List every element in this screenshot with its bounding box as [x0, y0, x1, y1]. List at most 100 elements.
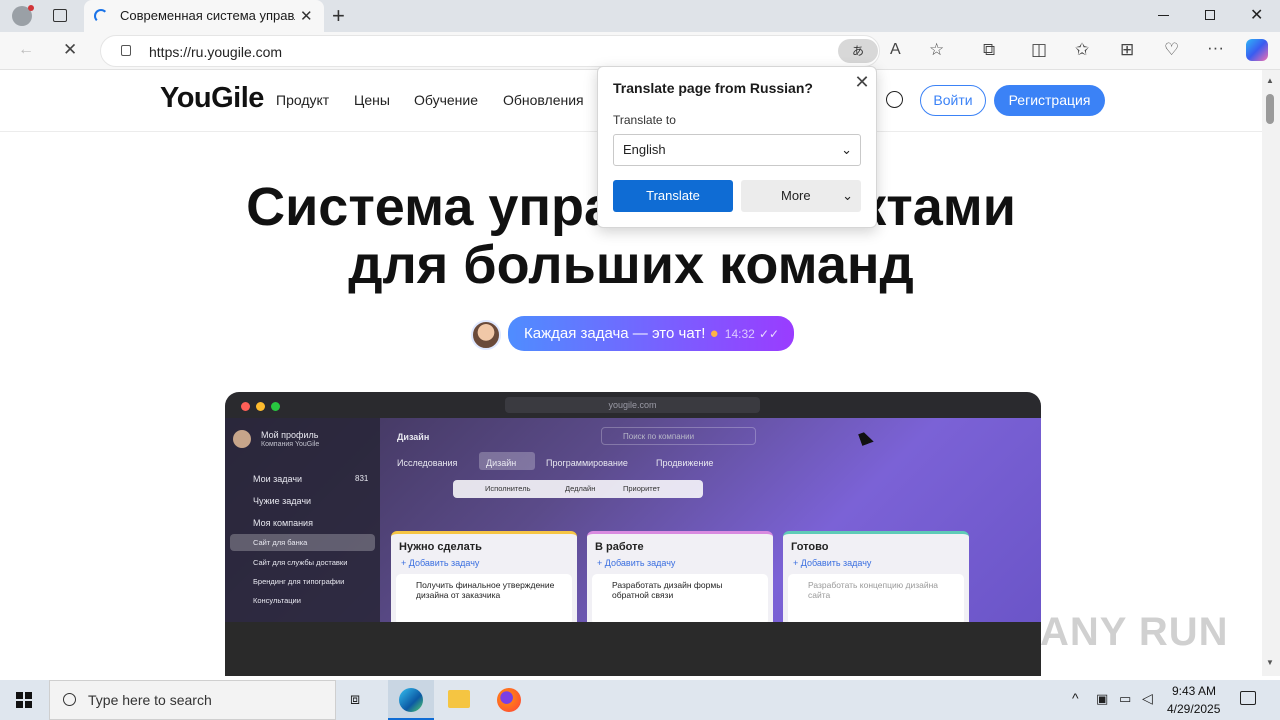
nav-learning[interactable]: Обучение [414, 92, 478, 108]
translate-to-label: Translate to [613, 113, 676, 127]
edge-taskbar-icon[interactable] [388, 680, 434, 720]
favorites-icon[interactable]: ✩ [1075, 40, 1089, 60]
address-toolbar: ← ✕ https://ru.yougile.com あ A ☆ ⧉ ◫ ✩ ⊞… [0, 32, 1280, 70]
tab-strip: ✕ Современная система управле + ✕ [0, 0, 1280, 32]
new-tab-icon[interactable]: + [332, 3, 345, 29]
translate-popup: Translate page from Russian? ✕ Translate… [597, 66, 877, 228]
address-bar[interactable]: https://ru.yougile.com あ [100, 35, 880, 67]
mock-card: Разработать концепцию дизайна сайта [788, 574, 964, 625]
popup-close-icon[interactable]: ✕ [852, 72, 872, 93]
profile-notification-dot [28, 5, 34, 11]
copilot-icon[interactable] [1246, 39, 1268, 61]
favorite-star-icon[interactable]: ☆ [929, 40, 944, 60]
tab-close-icon[interactable]: ✕ [300, 7, 313, 25]
extensions-icon[interactable]: ⧉ [983, 40, 995, 60]
mock-profile-name: Мой профиль [261, 430, 319, 440]
nav-product[interactable]: Продукт [276, 92, 329, 108]
login-button[interactable]: Войти [920, 85, 986, 116]
network-icon[interactable]: ▭ [1119, 691, 1131, 707]
settings-more-icon[interactable]: ··· [1207, 38, 1224, 58]
browser-essentials-icon[interactable]: ♡ [1164, 40, 1179, 60]
translate-icon[interactable]: あ [838, 39, 878, 63]
volume-icon[interactable]: ◁ [1142, 690, 1153, 707]
firefox-icon[interactable] [497, 688, 521, 712]
mock-sidebar-item: Брендинг для типографии [253, 577, 345, 586]
double-check-icon: ✓✓ [759, 327, 780, 341]
stop-loading-icon[interactable]: ✕ [63, 40, 77, 60]
vertical-scrollbar[interactable]: ▲ ▼ [1262, 70, 1280, 676]
close-window-icon[interactable]: ✕ [1250, 5, 1263, 25]
mock-profile-avatar [233, 430, 251, 448]
read-aloud-icon[interactable]: A [890, 41, 901, 59]
mock-screen: Мой профиль Компания YouGile Мои задачи … [225, 418, 1041, 625]
task-view-icon[interactable]: ⧈ [350, 691, 360, 709]
mock-column: Нужно сделать + Добавить задачу Получить… [391, 531, 577, 625]
tab-actions-icon[interactable] [53, 9, 67, 22]
mock-address-bar: yougile.com [505, 397, 760, 413]
mock-card: Получить финальное утверждение дизайна о… [396, 574, 572, 625]
mock-column-title: В работе [595, 541, 644, 553]
mock-sidebar-item: Моя компания [253, 518, 313, 528]
mock-add-task: + Добавить задачу [793, 558, 872, 568]
minimize-icon[interactable] [1158, 15, 1169, 16]
file-explorer-icon[interactable] [448, 690, 470, 708]
mock-card: Разработать дизайн формы обратной связи [592, 574, 768, 625]
nav-pricing[interactable]: Цены [354, 92, 390, 108]
search-icon [63, 693, 76, 706]
tab-title: Современная система управле [120, 8, 295, 23]
mock-filter: Исполнитель [485, 484, 531, 493]
mock-sidebar-item: Консультации [253, 596, 301, 605]
site-logo[interactable]: YouGile [160, 82, 264, 115]
url-text[interactable]: https://ru.yougile.com [149, 44, 282, 60]
more-button[interactable]: More ⌄ [741, 180, 861, 212]
chat-text: Каждая задача — это чат! [524, 325, 706, 342]
taskbar-search[interactable]: Type here to search [49, 680, 336, 720]
translate-button[interactable]: Translate [613, 180, 733, 212]
mock-sidebar: Мой профиль Компания YouGile Мои задачи … [225, 418, 380, 622]
mock-filter: Дедлайн [565, 484, 596, 493]
scroll-thumb[interactable] [1266, 94, 1274, 124]
mock-green-dot [271, 402, 280, 411]
selected-language: English [623, 142, 666, 157]
mock-sidebar-item: Сайт для службы доставки [253, 558, 348, 567]
mock-card-text: Получить финальное утверждение дизайна о… [416, 580, 555, 600]
restore-icon[interactable] [1205, 10, 1215, 20]
back-icon[interactable]: ← [18, 41, 34, 59]
collections-icon[interactable]: ⊞ [1120, 40, 1134, 60]
mock-add-task: + Добавить задачу [597, 558, 676, 568]
mock-bottom-dark [225, 622, 1041, 676]
watermark: ANY RUN [1040, 610, 1229, 654]
mock-tab: Дизайн [486, 458, 517, 468]
mock-card-text: Разработать дизайн формы обратной связи [612, 580, 723, 600]
mock-column-title: Готово [791, 541, 829, 553]
clock-date[interactable]: 4/29/2025 [1167, 702, 1220, 716]
mock-company-name: Компания YouGile [261, 441, 320, 448]
split-screen-icon[interactable]: ◫ [1031, 40, 1047, 60]
chat-avatar [471, 320, 501, 350]
tray-chevron-icon[interactable]: ^ [1072, 690, 1079, 706]
signup-button[interactable]: Регистрация [994, 85, 1105, 116]
hero-title-line2: для больших команд [348, 235, 914, 295]
chevron-down-icon: ⌄ [841, 142, 852, 157]
chat-time: 14:32 [724, 327, 755, 341]
mock-sidebar-item: Сайт для банка [253, 538, 308, 547]
loading-icon [94, 9, 108, 23]
language-select[interactable]: English ⌄ [613, 134, 861, 166]
language-globe-icon[interactable] [886, 91, 903, 108]
notifications-icon[interactable] [1240, 691, 1256, 705]
tray-icon[interactable]: ▣ [1096, 691, 1108, 707]
mock-sidebar-count: 831 [355, 474, 369, 483]
lock-icon[interactable] [121, 45, 131, 56]
windows-start-icon[interactable] [16, 692, 32, 708]
mock-sidebar-item: Мои задачи [253, 474, 303, 484]
more-label: More [781, 188, 811, 203]
scroll-down-icon[interactable]: ▼ [1266, 658, 1274, 667]
mock-sidebar-item: Чужие задачи [253, 496, 312, 506]
popup-title: Translate page from Russian? [613, 80, 813, 96]
mock-card-text: Разработать концепцию дизайна сайта [808, 580, 938, 600]
nav-updates[interactable]: Обновления [503, 92, 584, 108]
app-preview: yougile.com Мой профиль Компания YouGile… [225, 392, 1041, 676]
clock-time[interactable]: 9:43 AM [1172, 684, 1216, 698]
scroll-up-icon[interactable]: ▲ [1266, 76, 1274, 85]
mock-filter: Приоритет [623, 484, 660, 493]
